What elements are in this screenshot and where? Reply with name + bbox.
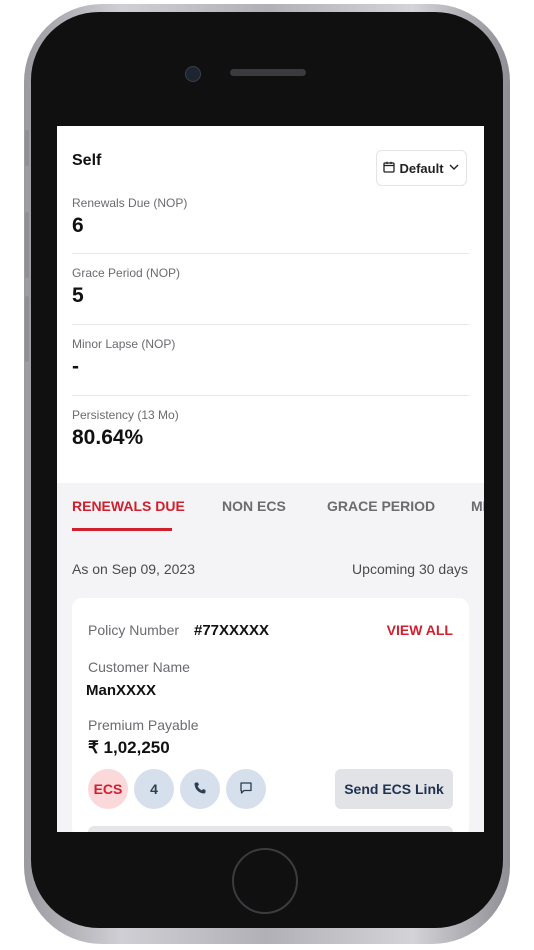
- summary-title: Self: [72, 152, 102, 169]
- tab-minor-lapse[interactable]: MI: [471, 498, 484, 514]
- view-all-link[interactable]: VIEW ALL: [387, 622, 453, 638]
- range-label: Upcoming 30 days: [352, 561, 468, 577]
- premium-value: ₹ 1,02,250: [88, 738, 170, 757]
- divider: [72, 253, 469, 254]
- message-button[interactable]: [226, 769, 266, 809]
- metric-value: 6: [72, 214, 84, 237]
- metric-label: Grace Period (NOP): [72, 266, 181, 280]
- metric-label: Minor Lapse (NOP): [72, 337, 176, 351]
- next-card-peek: [88, 826, 453, 832]
- metric-label: Persistency (13 Mo): [72, 408, 179, 422]
- renewals-list: As on Sep 09, 2023 Upcoming 30 days Poli…: [57, 531, 484, 832]
- divider: [72, 395, 469, 396]
- power-button: [506, 210, 510, 276]
- front-camera: [185, 66, 201, 82]
- metric-grace-period: Grace Period (NOP) 5: [72, 266, 469, 308]
- home-button[interactable]: [232, 848, 298, 914]
- metric-renewals-due: Renewals Due (NOP) 6: [72, 196, 469, 238]
- app-screen: Self Default Renewals Due (NOP) 6 Grace …: [57, 126, 484, 832]
- as-on-date: As on Sep 09, 2023: [72, 561, 195, 577]
- divider: [72, 324, 469, 325]
- earpiece-speaker: [230, 69, 306, 76]
- ecs-chip[interactable]: ECS: [88, 769, 128, 809]
- metric-value: 80.64%: [72, 426, 144, 449]
- metric-minor-lapse: Minor Lapse (NOP) -: [72, 337, 469, 379]
- tab-bar: RENEWALS DUE NON ECS GRACE PERIOD MI: [57, 483, 484, 531]
- customer-name-value: ManXXXX: [86, 682, 157, 699]
- metric-label: Renewals Due (NOP): [72, 196, 188, 210]
- count-chip[interactable]: 4: [134, 769, 174, 809]
- premium-label: Premium Payable: [88, 717, 199, 733]
- period-filter-button[interactable]: Default: [376, 150, 467, 186]
- policy-number-value: #77XXXXX: [194, 622, 270, 639]
- mute-switch: [25, 130, 29, 166]
- calendar-icon: [383, 161, 396, 176]
- metric-value: 5: [72, 284, 84, 307]
- volume-up-button: [25, 212, 29, 278]
- policy-number-label: Policy Number: [88, 622, 180, 638]
- customer-name-label: Customer Name: [88, 659, 190, 675]
- period-filter-label: Default: [399, 160, 444, 176]
- send-ecs-link-button[interactable]: Send ECS Link: [335, 769, 453, 809]
- tab-renewals-due[interactable]: RENEWALS DUE: [72, 498, 185, 514]
- policy-card: Policy Number #77XXXXX VIEW ALL Customer…: [72, 598, 469, 832]
- metric-persistency: Persistency (13 Mo) 80.64%: [72, 408, 469, 450]
- volume-down-button: [25, 296, 29, 362]
- chevron-down-icon: [448, 161, 460, 176]
- tab-non-ecs[interactable]: NON ECS: [222, 498, 286, 514]
- message-icon: [239, 781, 253, 798]
- metric-value: -: [72, 355, 79, 378]
- tab-grace-period[interactable]: GRACE PERIOD: [327, 498, 435, 514]
- phone-icon: [193, 781, 207, 798]
- call-button[interactable]: [180, 769, 220, 809]
